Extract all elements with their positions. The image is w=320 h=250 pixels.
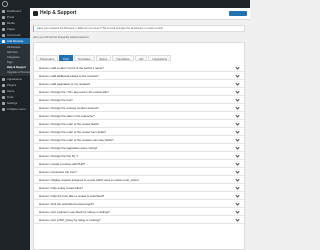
chevron-down-icon [235,153,240,158]
collapse-icon [2,107,5,111]
admin-sidebar: Dashboard Posts Media Pages Comments Add… [0,8,31,250]
faq-question: How do I customize the icon? [39,169,77,174]
chevron-down-icon [235,177,240,182]
faq-question: How do I change the order of the review … [39,121,100,126]
faq-question: How do I limit the submitted review leng… [39,201,94,206]
faq-list: How do I add a stars in front of the aut… [34,64,244,224]
page-title: Help & Support [40,10,77,16]
faq-question: How do I change the order of the review … [39,129,107,134]
sidebar-item-collapse[interactable]: Collapse menu [0,106,30,112]
faq-question: How do I change the font? [39,97,73,102]
chevron-down-icon [235,185,240,190]
faq-item[interactable]: How do I sort a WP_Query by rating or ra… [34,216,244,224]
chevron-down-icon [235,137,240,142]
faq-item[interactable]: How do I add pagination to my reviews? [34,80,244,88]
chevron-down-icon [235,65,240,70]
chevron-down-icon [235,89,240,94]
faq-item[interactable]: How do I hide the form after a review is… [34,192,244,200]
chevron-down-icon [235,105,240,110]
tab-templates[interactable]: Templates [73,55,95,61]
brush-icon [2,77,5,81]
faq-item[interactable]: How do I add additional values to the re… [34,72,244,80]
chevron-down-icon [235,201,240,206]
tab-styles[interactable]: Styles [95,55,112,61]
faq-question: How do I sort a WP_Query by rating or ra… [39,217,101,222]
chevron-down-icon [235,193,240,198]
settings-icon [2,101,5,105]
help-tabs: Shortcodes FAQ Templates Styles Translat… [36,55,172,61]
tab-integrations[interactable]: Integrations [148,55,172,61]
faq-question: How do I change the first ID_? [39,153,78,158]
chevron-down-icon [235,217,240,222]
faq-item[interactable]: How do I create a review with PHP? [34,160,244,168]
faq-question: How do I change the <h3> tag used in the… [39,89,109,94]
chevron-down-icon [235,161,240,166]
faq-item[interactable]: How do I change the font? [34,96,244,104]
chevron-down-icon [235,97,240,102]
faq-question: How do I hide the form after a review is… [39,193,105,198]
faq-question: How do I change the stars in the respons… [39,113,95,118]
faq-item[interactable]: How do I change the reviews number amoun… [34,104,244,112]
faq-item[interactable]: How do I hide empty review titles? [34,184,244,192]
tab-shortcodes[interactable]: Shortcodes [36,55,59,61]
tab-translation[interactable]: Translation [112,55,134,61]
user-icon [2,89,5,93]
faq-item[interactable]: How do I sort a jQuery Loop block by rat… [34,208,244,216]
faq-item[interactable]: How do I change the pagination query str… [34,144,244,152]
header-action-button[interactable] [229,11,247,16]
wrench-icon [2,95,5,99]
faq-item[interactable]: How do I limit the submitted review leng… [34,200,244,208]
faq-question: How do I add a stars in front of the aut… [39,65,104,70]
faq-question: How do I sort a jQuery Loop block by rat… [39,209,110,214]
chevron-down-icon [235,73,240,78]
tab-api[interactable]: API [134,55,148,61]
submenu-upgrade[interactable]: Upgrade to Premium [0,70,31,75]
chevron-down-icon [235,169,240,174]
media-icon [2,21,5,25]
faq-question: How do I add pagination to my reviews? [39,81,91,86]
star-icon [2,39,5,43]
faq-item[interactable]: How do I change the order of the reviews… [34,136,244,144]
faq-item[interactable]: How do I change the order of the review … [34,128,244,136]
wordpress-logo-icon[interactable] [2,1,8,7]
chevron-down-icon [235,129,240,134]
panel-description: Here you will find the frequently asked … [33,36,90,39]
faq-item[interactable]: How do I display reviews assigned to a p… [34,176,244,184]
faq-question: How do I display reviews assigned to a p… [39,177,140,182]
dashboard-icon [2,9,5,13]
admin-bar [0,0,250,8]
faq-item[interactable]: How do I change the first ID_? [34,152,244,160]
faq-question: How do I hide empty review titles? [39,185,83,190]
chevron-down-icon [235,113,240,118]
faq-question: How do I add additional values to the re… [39,73,99,78]
help-panel: Shortcodes FAQ Templates Styles Translat… [33,42,245,250]
reviews-submenu: All Reviews Add New Categories Tags Help… [0,44,31,76]
page-header: Help & Support [30,8,250,20]
comment-icon [2,33,5,37]
chevron-down-icon [235,145,240,150]
chevron-down-icon [235,121,240,126]
faq-item[interactable]: How do I change the order of the review … [34,120,244,128]
review-notice: Have you reviewed the Reviews in Table a… [33,25,245,32]
faq-item[interactable]: How do I change the stars in the respons… [34,112,244,120]
plugin-icon [2,83,5,87]
tab-faq[interactable]: FAQ [59,55,73,61]
chevron-down-icon [235,81,240,86]
plugin-logo-icon [33,11,38,16]
faq-item[interactable]: How do I customize the icon? [34,168,244,176]
faq-question: How do I create a review with PHP? [39,161,86,166]
faq-question: How do I change the pagination query str… [39,145,98,150]
faq-item[interactable]: How do I change the <h3> tag used in the… [34,88,244,96]
faq-question: How do I change the order of the reviews… [39,137,114,142]
pin-icon [2,15,5,19]
chevron-down-icon [235,209,240,214]
faq-item[interactable]: How do I add a stars in front of the aut… [34,64,244,72]
faq-question: How do I change the reviews number amoun… [39,105,99,110]
page-icon [2,27,5,31]
